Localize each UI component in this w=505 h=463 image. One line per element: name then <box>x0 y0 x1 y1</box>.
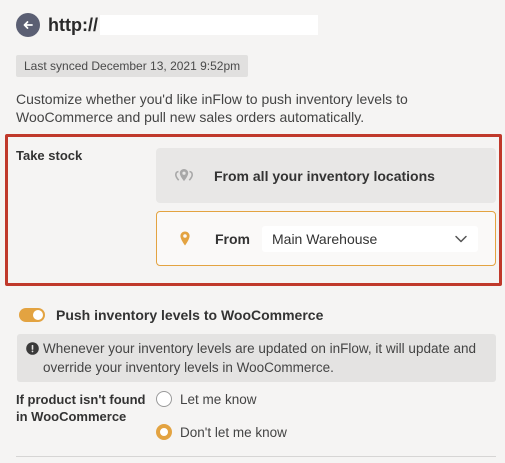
chevron-down-icon <box>455 235 467 243</box>
radio-let-me-know-label: Let me know <box>180 391 257 407</box>
exclamation-circle-icon <box>26 342 39 355</box>
all-locations-label: From all your inventory locations <box>214 167 435 184</box>
from-label: From <box>215 230 250 247</box>
push-info-box: Whenever your inventory levels are updat… <box>17 334 496 382</box>
push-inventory-label: Push inventory levels to WooCommerce <box>56 307 324 323</box>
header: http:// <box>16 12 318 38</box>
multi-location-pin-icon <box>174 168 194 181</box>
push-inventory-row: Push inventory levels to WooCommerce <box>19 307 323 323</box>
integration-description: Customize whether you'd like inFlow to p… <box>16 91 408 125</box>
location-pin-icon <box>180 231 190 245</box>
take-stock-from-location-option[interactable]: From Main Warehouse <box>156 211 496 266</box>
radio-circle[interactable] <box>156 391 172 407</box>
store-url-text: http:// <box>48 14 98 35</box>
radio-circle-selected[interactable] <box>156 424 172 440</box>
push-inventory-toggle[interactable] <box>19 308 45 322</box>
location-select-value: Main Warehouse <box>272 231 378 247</box>
radio-let-me-know[interactable]: Let me know <box>156 391 257 407</box>
store-url: http:// <box>48 15 318 36</box>
take-stock-label: Take stock <box>16 148 83 163</box>
radio-dont-let-me-know[interactable]: Don't let me know <box>156 424 287 440</box>
last-synced-badge: Last synced December 13, 2021 9:52pm <box>16 55 249 77</box>
section-divider <box>16 456 496 457</box>
radio-dont-let-me-know-label: Don't let me know <box>180 424 287 440</box>
toggle-knob <box>33 310 43 320</box>
take-stock-all-locations-option[interactable]: From all your inventory locations <box>156 148 496 203</box>
push-info-text: Whenever your inventory levels are updat… <box>43 341 476 375</box>
product-not-found-label: If product isn't found in WooCommerce <box>16 392 146 424</box>
back-button[interactable] <box>16 13 40 37</box>
arrow-left-icon <box>23 21 33 29</box>
location-select[interactable]: Main Warehouse <box>262 226 478 252</box>
redacted-url-mask <box>99 15 318 35</box>
